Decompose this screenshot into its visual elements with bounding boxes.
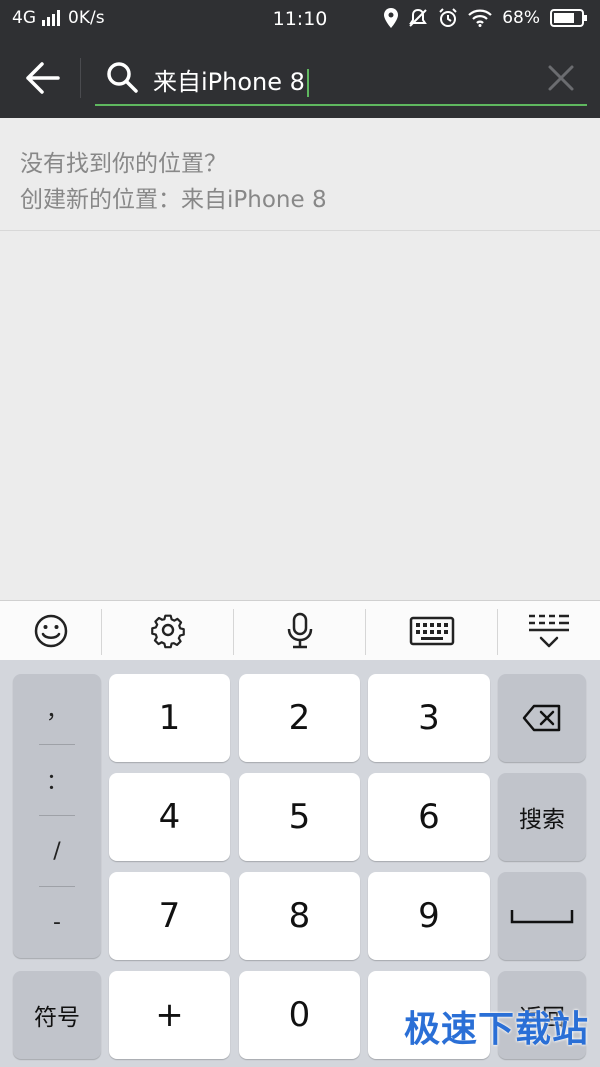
keyboard-switch-button[interactable] bbox=[366, 601, 497, 661]
search-key[interactable]: 搜索 bbox=[498, 773, 586, 861]
status-bar: 4G 0K/s 11:10 68% bbox=[0, 0, 600, 38]
battery-icon bbox=[550, 9, 587, 27]
create-location-suggestion[interactable]: 没有找到你的位置？ 创建新的位置：来自iPhone 8 bbox=[0, 118, 600, 231]
key-6[interactable]: 6 bbox=[368, 773, 490, 861]
symbols-key[interactable]: 符号 bbox=[13, 971, 101, 1059]
punctuation-column: ， ： / - bbox=[13, 674, 101, 958]
search-icon bbox=[107, 62, 138, 93]
key-3[interactable]: 3 bbox=[368, 674, 490, 762]
search-header: 来自iPhone 8 bbox=[0, 38, 600, 118]
wifi-icon bbox=[468, 9, 492, 27]
key-5[interactable]: 5 bbox=[239, 773, 360, 861]
key-plus[interactable]: + bbox=[109, 971, 230, 1059]
not-found-text: 没有找到你的位置？ bbox=[20, 151, 227, 177]
back-arrow-icon[interactable] bbox=[22, 60, 62, 96]
key-slash[interactable]: / bbox=[13, 816, 101, 886]
hide-keyboard-icon bbox=[529, 614, 569, 648]
settings-button[interactable] bbox=[102, 601, 233, 661]
gear-icon bbox=[150, 614, 185, 649]
watermark-text: 极速下载站 bbox=[404, 1009, 590, 1050]
header-divider bbox=[80, 58, 81, 98]
key-8[interactable]: 8 bbox=[239, 872, 360, 960]
alarm-icon bbox=[439, 8, 457, 27]
voice-input-button[interactable] bbox=[234, 601, 365, 661]
space-icon bbox=[510, 910, 574, 924]
status-right: 68% bbox=[384, 8, 588, 28]
emoji-icon bbox=[34, 614, 67, 648]
key-0[interactable]: 0 bbox=[239, 971, 360, 1059]
key-colon[interactable]: ： bbox=[13, 745, 101, 815]
backspace-icon bbox=[522, 704, 561, 732]
mute-bell-icon bbox=[409, 8, 428, 27]
search-input[interactable]: 来自iPhone 8 bbox=[95, 54, 587, 106]
space-key[interactable] bbox=[498, 872, 586, 960]
backspace-key[interactable] bbox=[498, 674, 586, 762]
microphone-icon bbox=[287, 612, 312, 649]
key-2[interactable]: 2 bbox=[239, 674, 360, 762]
keyboard-toolbar bbox=[0, 600, 600, 661]
key-4[interactable]: 4 bbox=[109, 773, 230, 861]
key-dash[interactable]: - bbox=[13, 887, 101, 957]
battery-percent: 68% bbox=[502, 8, 540, 28]
hide-keyboard-button[interactable] bbox=[498, 601, 600, 661]
clear-icon[interactable] bbox=[547, 64, 575, 92]
search-query[interactable]: 来自iPhone 8 bbox=[153, 62, 309, 97]
create-location-text: 创建新的位置：来自iPhone 8 bbox=[20, 187, 327, 213]
text-caret bbox=[306, 69, 309, 97]
key-comma[interactable]: ， bbox=[13, 674, 101, 744]
keyboard-icon bbox=[409, 616, 454, 646]
key-7[interactable]: 7 bbox=[109, 872, 230, 960]
key-1[interactable]: 1 bbox=[109, 674, 230, 762]
search-query-text: 来自iPhone 8 bbox=[153, 68, 305, 96]
key-9[interactable]: 9 bbox=[368, 872, 490, 960]
emoji-button[interactable] bbox=[0, 601, 101, 661]
location-icon bbox=[384, 8, 399, 28]
